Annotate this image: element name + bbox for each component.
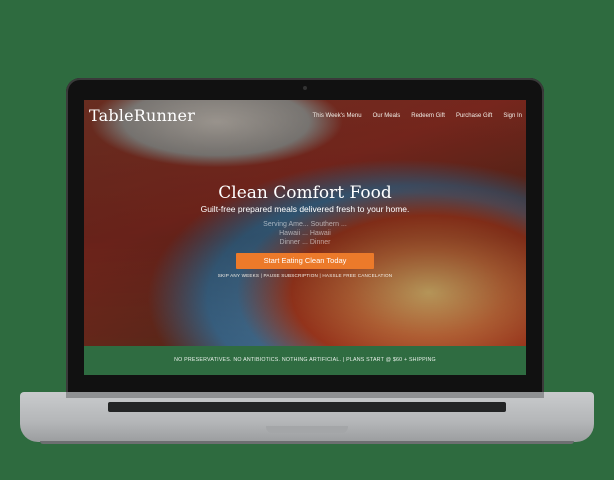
hero-section: Clean Comfort Food Guilt-free prepared m… [84,183,526,278]
website-screen: TableRunner This Week's Menu Our Meals R… [84,100,526,375]
hero-title: Clean Comfort Food [218,183,392,203]
laptop-keyboard [108,402,506,412]
laptop-foot [40,441,574,444]
nav-item-sign-in[interactable]: Sign In [503,113,522,119]
faded-text-block: Serving Ame... Southern ... Hawaii ... H… [84,220,526,247]
nav-item-this-weeks-menu[interactable]: This Week's Menu [313,113,362,119]
laptop-hinge [66,392,544,398]
top-nav: This Week's Menu Our Meals Redeem Gift P… [313,113,522,119]
brand-logo[interactable]: TableRunner [89,106,195,125]
nav-item-purchase-gift[interactable]: Purchase Gift [456,113,492,119]
faded-line: Hawaii ... Hawaii [279,230,331,237]
subscription-note: SKIP ANY WEEKS | PAUSE SUBSCRIPTION | HA… [217,273,393,278]
laptop-base [20,392,594,442]
nav-item-redeem-gift[interactable]: Redeem Gift [411,113,445,119]
nav-item-our-meals[interactable]: Our Meals [373,113,401,119]
webcam-dot [303,86,307,90]
promo-banner: NO PRESERVATIVES. NO ANTIBIOTICS. NOTHIN… [84,346,526,375]
laptop-opening-notch [266,426,348,433]
faded-line: Dinner ... Dinner [279,239,331,246]
hero-subtitle: Guilt-free prepared meals delivered fres… [200,204,410,214]
faded-line: Serving Ame... Southern ... [263,221,347,228]
laptop-mockup: TableRunner This Week's Menu Our Meals R… [0,0,614,480]
start-eating-clean-button[interactable]: Start Eating Clean Today [236,253,374,269]
